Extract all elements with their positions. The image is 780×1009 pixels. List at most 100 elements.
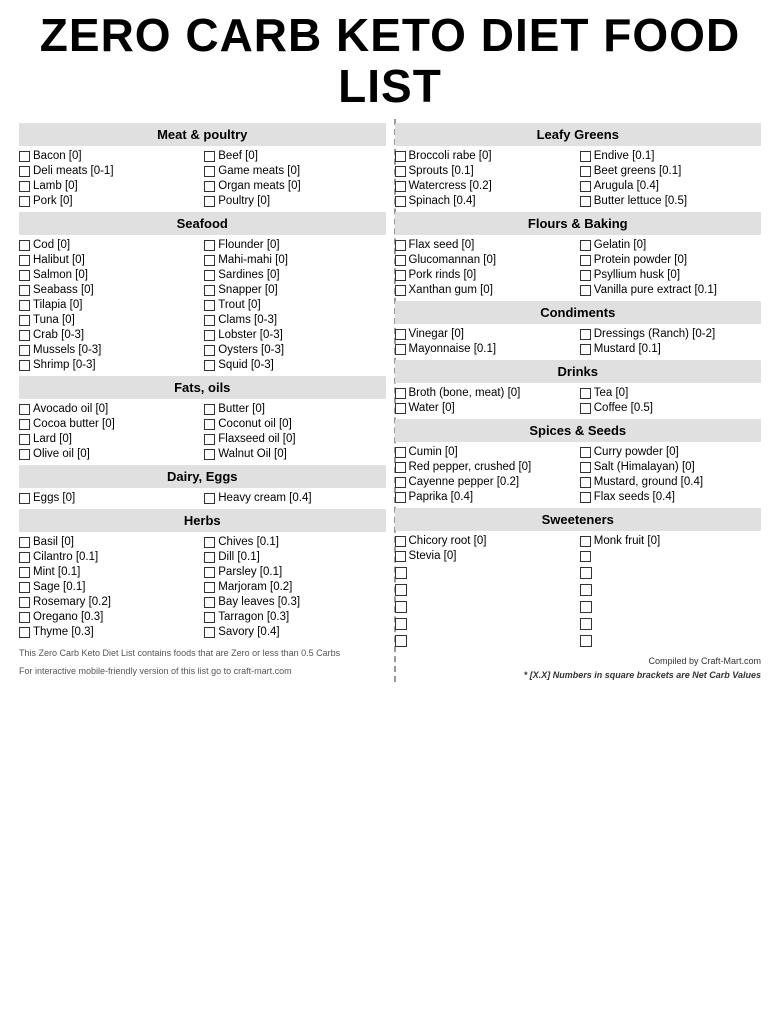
checkbox[interactable]	[395, 196, 406, 207]
checkbox[interactable]	[580, 477, 591, 488]
checkbox[interactable]	[580, 536, 591, 547]
checkbox[interactable]	[19, 255, 30, 266]
checkbox[interactable]	[19, 151, 30, 162]
checkbox[interactable]	[204, 181, 215, 192]
checkbox[interactable]	[204, 300, 215, 311]
checkbox[interactable]	[19, 270, 30, 281]
checkbox[interactable]	[204, 493, 215, 504]
checkbox[interactable]	[19, 434, 30, 445]
checkbox[interactable]	[204, 240, 215, 251]
checkbox[interactable]	[395, 270, 406, 281]
checkbox[interactable]	[19, 345, 30, 356]
list-item: Arugula [0.4]	[580, 179, 761, 193]
checkbox[interactable]	[204, 612, 215, 623]
checkbox[interactable]	[580, 240, 591, 251]
checkbox[interactable]	[204, 597, 215, 608]
checkbox[interactable]	[580, 492, 591, 503]
checkbox[interactable]	[395, 536, 406, 547]
checkbox[interactable]	[204, 552, 215, 563]
checkbox[interactable]	[204, 166, 215, 177]
checkbox[interactable]	[395, 492, 406, 503]
checkbox[interactable]	[580, 551, 591, 562]
checkbox[interactable]	[395, 255, 406, 266]
checkbox[interactable]	[19, 360, 30, 371]
herbs-items: Basil [0] Chives [0.1] Cilantro [0.1] Di…	[19, 535, 386, 639]
checkbox[interactable]	[204, 627, 215, 638]
empty-checkbox[interactable]	[580, 618, 592, 630]
checkbox[interactable]	[19, 300, 30, 311]
checkbox[interactable]	[19, 196, 30, 207]
empty-checkbox[interactable]	[395, 567, 407, 579]
checkbox[interactable]	[580, 329, 591, 340]
list-item: Sardines [0]	[204, 268, 385, 282]
checkbox[interactable]	[395, 181, 406, 192]
checkbox[interactable]	[395, 477, 406, 488]
empty-checkbox[interactable]	[395, 584, 407, 596]
checkbox[interactable]	[395, 551, 406, 562]
checkbox[interactable]	[580, 388, 591, 399]
checkbox[interactable]	[19, 582, 30, 593]
checkbox[interactable]	[19, 404, 30, 415]
checkbox[interactable]	[204, 582, 215, 593]
checkbox[interactable]	[580, 166, 591, 177]
checkbox[interactable]	[204, 330, 215, 341]
checkbox[interactable]	[395, 329, 406, 340]
checkbox[interactable]	[580, 270, 591, 281]
checkbox[interactable]	[204, 345, 215, 356]
checkbox[interactable]	[395, 166, 406, 177]
checkbox[interactable]	[580, 403, 591, 414]
checkbox[interactable]	[204, 404, 215, 415]
empty-checkbox[interactable]	[580, 601, 592, 613]
checkbox[interactable]	[19, 612, 30, 623]
checkbox[interactable]	[204, 419, 215, 430]
empty-checkbox[interactable]	[580, 584, 592, 596]
checkbox[interactable]	[395, 403, 406, 414]
checkbox[interactable]	[19, 330, 30, 341]
checkbox[interactable]	[19, 493, 30, 504]
checkbox[interactable]	[395, 344, 406, 355]
checkbox[interactable]	[19, 166, 30, 177]
checkbox[interactable]	[204, 151, 215, 162]
checkbox[interactable]	[395, 462, 406, 473]
list-item: Mahi-mahi [0]	[204, 253, 385, 267]
checkbox[interactable]	[204, 567, 215, 578]
checkbox[interactable]	[580, 447, 591, 458]
checkbox[interactable]	[580, 344, 591, 355]
checkbox[interactable]	[204, 315, 215, 326]
checkbox[interactable]	[204, 449, 215, 460]
checkbox[interactable]	[204, 537, 215, 548]
checkbox[interactable]	[19, 240, 30, 251]
checkbox[interactable]	[204, 360, 215, 371]
checkbox[interactable]	[19, 285, 30, 296]
checkbox[interactable]	[580, 151, 591, 162]
checkbox[interactable]	[395, 151, 406, 162]
checkbox[interactable]	[580, 181, 591, 192]
checkbox[interactable]	[19, 449, 30, 460]
checkbox[interactable]	[19, 537, 30, 548]
checkbox[interactable]	[19, 419, 30, 430]
checkbox[interactable]	[19, 597, 30, 608]
empty-checkbox[interactable]	[580, 635, 592, 647]
checkbox[interactable]	[19, 552, 30, 563]
checkbox[interactable]	[204, 434, 215, 445]
checkbox[interactable]	[204, 196, 215, 207]
checkbox[interactable]	[19, 567, 30, 578]
checkbox[interactable]	[395, 447, 406, 458]
checkbox[interactable]	[395, 388, 406, 399]
checkbox[interactable]	[580, 196, 591, 207]
checkbox[interactable]	[580, 255, 591, 266]
checkbox[interactable]	[580, 462, 591, 473]
checkbox[interactable]	[19, 315, 30, 326]
empty-checkbox[interactable]	[395, 618, 407, 630]
checkbox[interactable]	[580, 285, 591, 296]
empty-checkbox[interactable]	[395, 601, 407, 613]
checkbox[interactable]	[395, 240, 406, 251]
checkbox[interactable]	[204, 270, 215, 281]
checkbox[interactable]	[19, 181, 30, 192]
empty-checkbox[interactable]	[395, 635, 407, 647]
checkbox[interactable]	[204, 285, 215, 296]
empty-checkbox[interactable]	[580, 567, 592, 579]
checkbox[interactable]	[19, 627, 30, 638]
checkbox[interactable]	[204, 255, 215, 266]
checkbox[interactable]	[395, 285, 406, 296]
